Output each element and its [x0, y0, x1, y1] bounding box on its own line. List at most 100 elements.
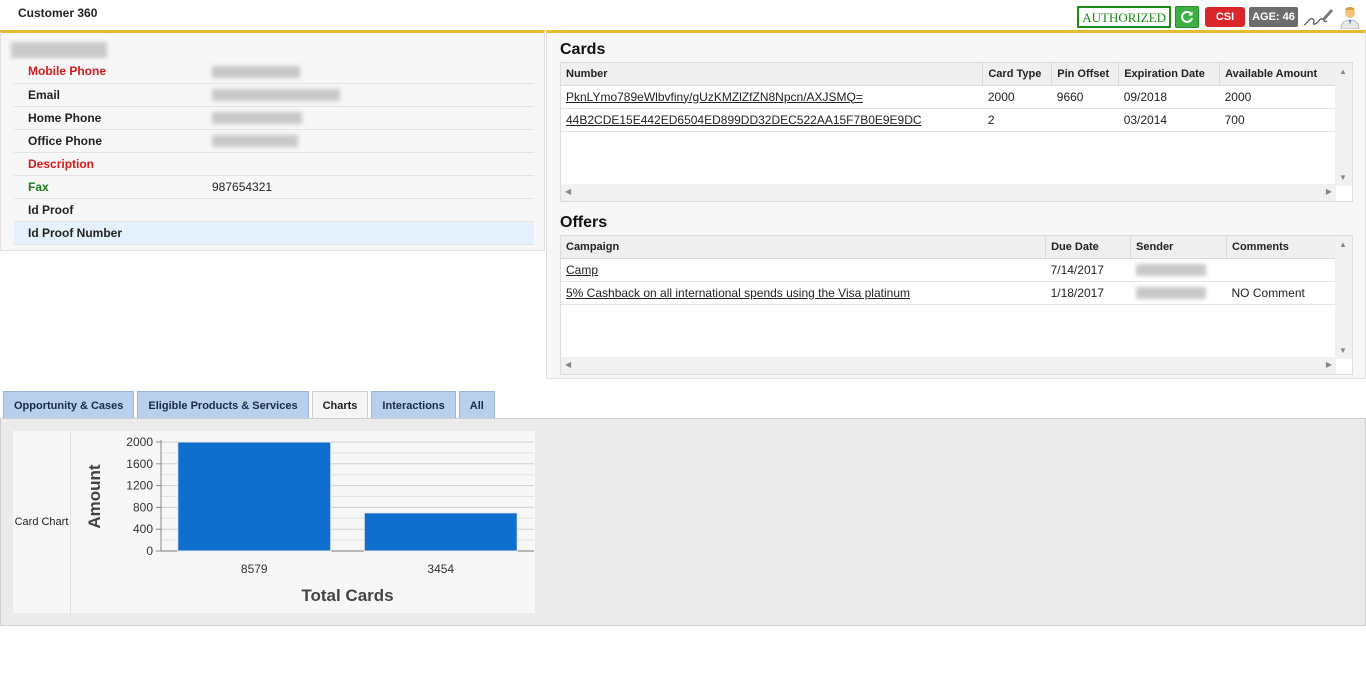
- redacted-value: [212, 135, 298, 148]
- bar[interactable]: [363, 512, 518, 552]
- cards-grid: Number Card Type Pin Offset Expiration Date…: [560, 62, 1353, 202]
- y-axis-title: Amount: [85, 464, 104, 529]
- offers-vertical-scrollbar[interactable]: ▲ ▼: [1335, 236, 1352, 359]
- y-tick-label: 800: [133, 500, 153, 514]
- table-cell: PknLYmo789eWlbvfiny/gUzKMZlZfZN8Npcn/AXJ…: [561, 85, 983, 109]
- contact-row: Office Phone: [14, 129, 534, 152]
- table-cell: NO Comment: [1226, 281, 1336, 305]
- contact-field-value: [212, 60, 534, 83]
- offers-column-header[interactable]: Due Date: [1045, 236, 1132, 259]
- table-cell: 03/2014: [1118, 108, 1220, 132]
- scroll-left-icon[interactable]: ◀: [565, 187, 571, 196]
- table-cell: 9660: [1051, 85, 1119, 109]
- cards-table: Number Card Type Pin Offset Expiration Date…: [561, 63, 1336, 132]
- card-chart-panel: Card Chart 0 400 800 1200 1600 2000 8579 3454 To…: [13, 431, 535, 613]
- scroll-down-icon[interactable]: ▼: [1339, 173, 1347, 182]
- table-cell: Camp: [561, 258, 1046, 282]
- offers-horizontal-scrollbar[interactable]: ◀ ▶: [561, 357, 1336, 374]
- contact-field-value: [212, 83, 534, 106]
- tab-interactions[interactable]: Interactions: [371, 391, 456, 419]
- contact-field-value: [212, 129, 534, 152]
- tab-all[interactable]: All: [458, 391, 495, 419]
- y-tick-label: 400: [133, 522, 153, 536]
- contact-name-redacted: [11, 42, 107, 58]
- card-number-link[interactable]: PknLYmo789eWlbvfiny/gUzKMZlZfZN8Npcn/AXJ…: [566, 90, 863, 104]
- cards-offers-panel: Cards Number Card Type Pin Offset Expiratio…: [546, 30, 1366, 379]
- redacted-sender: [1135, 287, 1206, 300]
- y-tick-label: 2000: [126, 435, 153, 449]
- x-tick-label: 3454: [427, 562, 454, 576]
- contact-field-label: Office Phone: [28, 133, 103, 148]
- table-cell: 2000: [1219, 85, 1336, 109]
- refresh-button[interactable]: [1175, 6, 1199, 28]
- header-badges: AUTHORIZED CSI AGE: 46: [1077, 5, 1362, 29]
- contact-row: Id Proof: [14, 198, 534, 221]
- tab-eligible-products-services[interactable]: Eligible Products & Services: [137, 391, 309, 419]
- offers-column-header[interactable]: Campaign: [561, 236, 1047, 259]
- cards-horizontal-scrollbar[interactable]: ◀ ▶: [561, 184, 1336, 201]
- card-number-link[interactable]: 44B2CDE15E442ED6504ED899DD32DEC522AA15F7…: [566, 113, 922, 127]
- offers-column-header[interactable]: Comments: [1226, 236, 1336, 259]
- table-cell: 5% Cashback on all international spends …: [561, 281, 1046, 305]
- table-row[interactable]: 44B2CDE15E442ED6504ED899DD32DEC522AA15F7…: [561, 108, 1336, 132]
- tab-charts[interactable]: Charts: [311, 391, 369, 419]
- contact-field-label: Description: [28, 156, 95, 171]
- bar[interactable]: [177, 441, 332, 552]
- scroll-up-icon[interactable]: ▲: [1339, 240, 1347, 249]
- contact-details-table: Mobile Phone Email Home Phone Office Phone D…: [14, 60, 534, 245]
- table-cell: 44B2CDE15E442ED6504ED899DD32DEC522AA15F7…: [561, 108, 983, 132]
- scroll-up-icon[interactable]: ▲: [1339, 67, 1347, 76]
- scroll-right-icon[interactable]: ▶: [1326, 360, 1332, 369]
- refresh-icon: [1181, 10, 1193, 23]
- table-row[interactable]: PknLYmo789eWlbvfiny/gUzKMZlZfZN8Npcn/AXJ…: [561, 85, 1336, 109]
- redacted-value: [212, 66, 300, 79]
- table-row[interactable]: 5% Cashback on all international spends …: [561, 281, 1336, 305]
- table-row[interactable]: Camp 7/14/2017: [561, 258, 1336, 282]
- contact-field-label: Mobile Phone: [28, 64, 106, 79]
- offers-column-header[interactable]: Sender: [1130, 236, 1228, 259]
- cards-column-header[interactable]: Expiration Date: [1118, 63, 1221, 86]
- card-bar-chart: 0 400 800 1200 1600 2000 8579 3454 Total Cards Am…: [85, 435, 534, 605]
- scroll-left-icon[interactable]: ◀: [565, 360, 571, 369]
- offers-title: Offers: [560, 214, 608, 231]
- contact-field-value: [212, 106, 534, 129]
- table-cell: [1130, 281, 1227, 305]
- contact-field-label: Home Phone: [28, 110, 102, 125]
- table-cell: [1226, 258, 1336, 282]
- cards-column-header[interactable]: Card Type: [982, 63, 1053, 86]
- table-cell: 09/2018: [1118, 85, 1220, 109]
- contact-field-value: [212, 152, 534, 175]
- x-tick-label: 8579: [241, 562, 268, 576]
- table-cell: [1130, 258, 1227, 282]
- contact-row: Description: [14, 152, 534, 175]
- contact-row: Home Phone: [14, 106, 534, 129]
- agent-icon[interactable]: [1338, 5, 1362, 29]
- offers-table: Campaign Due Date Sender Comments Camp 7/14/…: [561, 236, 1336, 305]
- y-tick-label: 1600: [126, 457, 153, 471]
- cards-column-header[interactable]: Available Amount: [1219, 63, 1336, 86]
- campaign-link[interactable]: 5% Cashback on all international spends …: [566, 286, 910, 300]
- signature-icon[interactable]: [1302, 5, 1334, 29]
- contact-field-text: 987654321: [212, 179, 273, 194]
- table-cell: 2: [982, 108, 1052, 132]
- table-cell: 700: [1219, 108, 1336, 132]
- campaign-link[interactable]: Camp: [566, 263, 598, 277]
- authorized-badge: AUTHORIZED: [1077, 6, 1171, 28]
- contact-row: Fax 987654321: [14, 175, 534, 198]
- redacted-value: [212, 89, 340, 102]
- contact-field-value: [212, 221, 534, 244]
- age-badge: AGE: 46: [1249, 7, 1298, 27]
- y-tick-label: 0: [146, 544, 153, 558]
- cards-column-header[interactable]: Pin Offset: [1051, 63, 1120, 86]
- csi-badge[interactable]: CSI: [1205, 7, 1245, 27]
- table-cell: 7/14/2017: [1045, 258, 1131, 282]
- scroll-right-icon[interactable]: ▶: [1326, 187, 1332, 196]
- cards-column-header[interactable]: Number: [561, 63, 984, 86]
- offers-grid: Campaign Due Date Sender Comments Camp 7/14/…: [560, 235, 1353, 375]
- tab-opportunity-cases[interactable]: Opportunity & Cases: [3, 391, 135, 419]
- cards-title: Cards: [560, 41, 606, 58]
- page-title: Customer 360: [18, 6, 98, 20]
- redacted-value: [212, 112, 302, 125]
- scroll-down-icon[interactable]: ▼: [1339, 346, 1347, 355]
- cards-vertical-scrollbar[interactable]: ▲ ▼: [1335, 63, 1352, 186]
